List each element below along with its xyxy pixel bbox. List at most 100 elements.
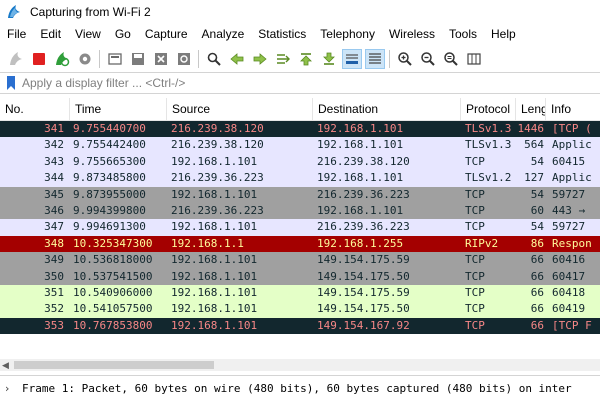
- packet-source: 192.168.1.101: [171, 302, 258, 316]
- go-to-first-icon[interactable]: [296, 49, 316, 69]
- wireshark-logo-icon: [8, 4, 20, 18]
- packet-info: Respon: [552, 236, 592, 250]
- menu-edit[interactable]: Edit: [33, 23, 68, 45]
- packet-row[interactable]: 342 9.755442400 216.239.38.120 192.168.1.10…: [0, 137, 600, 154]
- zoom-normal-icon[interactable]: [441, 49, 461, 69]
- packet-destination: 149.154.175.59: [317, 253, 410, 267]
- close-file-icon[interactable]: [151, 49, 171, 69]
- packet-row[interactable]: 346 9.994399800 216.239.36.223 192.168.1.10…: [0, 202, 600, 220]
- menu-bar: File Edit View Go Capture Analyze Statis…: [0, 23, 600, 45]
- column-header-no[interactable]: No.: [0, 98, 70, 121]
- menu-tools[interactable]: Tools: [442, 23, 484, 45]
- packet-protocol: TCP: [465, 154, 485, 168]
- packet-source: 192.168.1.101: [171, 187, 258, 201]
- zoom-in-icon[interactable]: [395, 49, 415, 69]
- packet-info: Applic: [552, 138, 592, 152]
- packet-length: 564: [524, 138, 544, 152]
- stop-square-icon[interactable]: [29, 49, 49, 69]
- scroll-left-icon[interactable]: ◀: [2, 360, 9, 371]
- packet-time: 10.325347300: [73, 236, 153, 250]
- reload-icon[interactable]: [174, 49, 194, 69]
- toolbar-separator: [389, 49, 390, 68]
- packet-info: 59727: [552, 187, 586, 201]
- packet-row[interactable]: 351 10.540906000 192.168.1.101 149.154.175.…: [0, 284, 600, 302]
- packet-info: 60419: [552, 302, 586, 316]
- go-to-last-icon[interactable]: [319, 49, 339, 69]
- packet-destination: 192.168.1.101: [317, 122, 404, 135]
- packet-row[interactable]: 347 9.994691300 192.168.1.101 216.239.36.22…: [0, 219, 600, 236]
- go-back-arrow-icon[interactable]: [227, 49, 247, 69]
- packet-time: 9.755665300: [73, 154, 146, 168]
- menu-help[interactable]: Help: [484, 23, 523, 45]
- column-header-info[interactable]: Info: [546, 98, 600, 121]
- auto-scroll-icon[interactable]: [341, 48, 362, 69]
- packet-length: 66: [530, 302, 544, 316]
- packet-row[interactable]: 341 9.755440700 216.239.38.120 192.168.1.10…: [0, 121, 600, 138]
- colorize-icon[interactable]: [364, 48, 385, 69]
- packet-time: 10.536818000: [73, 253, 153, 267]
- packet-time: 9.755440700: [73, 122, 146, 135]
- packet-info: 59727: [552, 220, 586, 234]
- packet-length: 54: [530, 187, 544, 201]
- packet-row[interactable]: 349 10.536818000 192.168.1.101 149.154.175.…: [0, 252, 600, 269]
- packet-no: 345: [44, 187, 64, 201]
- resize-columns-icon[interactable]: [464, 49, 484, 69]
- frame-summary[interactable]: Frame 1: Packet, 60 bytes on wire (480 b…: [22, 382, 572, 395]
- packet-row[interactable]: 343 9.755665300 192.168.1.101 216.239.38.12…: [0, 153, 600, 171]
- menu-analyze[interactable]: Analyze: [195, 23, 252, 45]
- bookmark-filter-icon[interactable]: [4, 75, 18, 91]
- shark-fin-start-icon[interactable]: [6, 49, 26, 69]
- packet-list-header: No. Time Source Destination Protocol Len…: [0, 98, 600, 121]
- horizontal-scrollbar[interactable]: ◀: [0, 359, 600, 371]
- packet-no: 342: [44, 138, 64, 152]
- packet-row[interactable]: 348 10.325347300 192.168.1.1 192.168.1.255 R…: [0, 235, 600, 253]
- zoom-out-icon[interactable]: [418, 49, 438, 69]
- packet-row[interactable]: 345 9.873955000 192.168.1.101 216.239.36.22…: [0, 186, 600, 203]
- capture-options-gear-icon[interactable]: [75, 49, 95, 69]
- packet-info: 60417: [552, 269, 586, 283]
- column-header-length[interactable]: Length: [516, 98, 546, 121]
- packet-detail-tree: › Frame 1: Packet, 60 bytes on wire (480…: [0, 375, 600, 400]
- find-packet-icon[interactable]: [204, 49, 224, 69]
- packet-protocol: TLSv1.2: [465, 171, 512, 185]
- column-header-protocol[interactable]: Protocol: [461, 98, 516, 121]
- menu-telephony[interactable]: Telephony: [313, 23, 382, 45]
- open-folder-icon[interactable]: [105, 49, 125, 69]
- toolbar-separator: [99, 49, 100, 68]
- packet-time: 10.767853800: [73, 318, 153, 332]
- packet-protocol: TLSv1.3: [465, 138, 512, 152]
- menu-view[interactable]: View: [68, 23, 108, 45]
- packet-no: 347: [44, 220, 64, 234]
- menu-statistics[interactable]: Statistics: [251, 23, 313, 45]
- menu-wireless[interactable]: Wireless: [382, 23, 442, 45]
- save-file-icon[interactable]: [128, 49, 148, 69]
- packet-row[interactable]: 352 10.541057500 192.168.1.101 149.154.175.…: [0, 301, 600, 318]
- packet-protocol: TCP: [465, 318, 485, 332]
- scrollbar-thumb[interactable]: [14, 361, 214, 369]
- expand-chevron-icon[interactable]: ›: [5, 382, 15, 395]
- packet-destination: 192.168.1.255: [317, 236, 404, 250]
- menu-capture[interactable]: Capture: [138, 23, 195, 45]
- go-to-packet-icon[interactable]: [273, 49, 293, 69]
- column-header-source[interactable]: Source: [167, 98, 313, 121]
- packet-source: 192.168.1.101: [171, 318, 258, 332]
- packet-row[interactable]: 350 10.537541500 192.168.1.101 149.154.175.…: [0, 268, 600, 285]
- packet-no: 346: [44, 203, 64, 217]
- packet-length: 54: [530, 220, 544, 234]
- menu-file[interactable]: File: [0, 23, 33, 45]
- packet-protocol: TCP: [465, 253, 485, 267]
- column-header-destination[interactable]: Destination: [313, 98, 461, 121]
- packet-row[interactable]: 353 10.767853800 192.168.1.101 149.154.167.…: [0, 317, 600, 335]
- window-title: Capturing from Wi-Fi 2: [30, 4, 151, 19]
- main-toolbar: [0, 45, 600, 72]
- packet-length: 1446: [517, 122, 545, 135]
- packet-destination: 149.154.167.92: [317, 318, 410, 332]
- go-forward-arrow-icon[interactable]: [250, 49, 270, 69]
- packet-source: 216.239.38.120: [171, 122, 264, 135]
- column-header-time[interactable]: Time: [70, 98, 167, 121]
- restart-capture-icon[interactable]: [52, 49, 72, 69]
- packet-row[interactable]: 344 9.873485800 216.239.36.223 192.168.1.10…: [0, 170, 600, 187]
- menu-go[interactable]: Go: [108, 23, 138, 45]
- packet-list: 341 9.755440700 216.239.38.120 192.168.1.10…: [0, 121, 600, 335]
- display-filter-input[interactable]: [22, 73, 600, 93]
